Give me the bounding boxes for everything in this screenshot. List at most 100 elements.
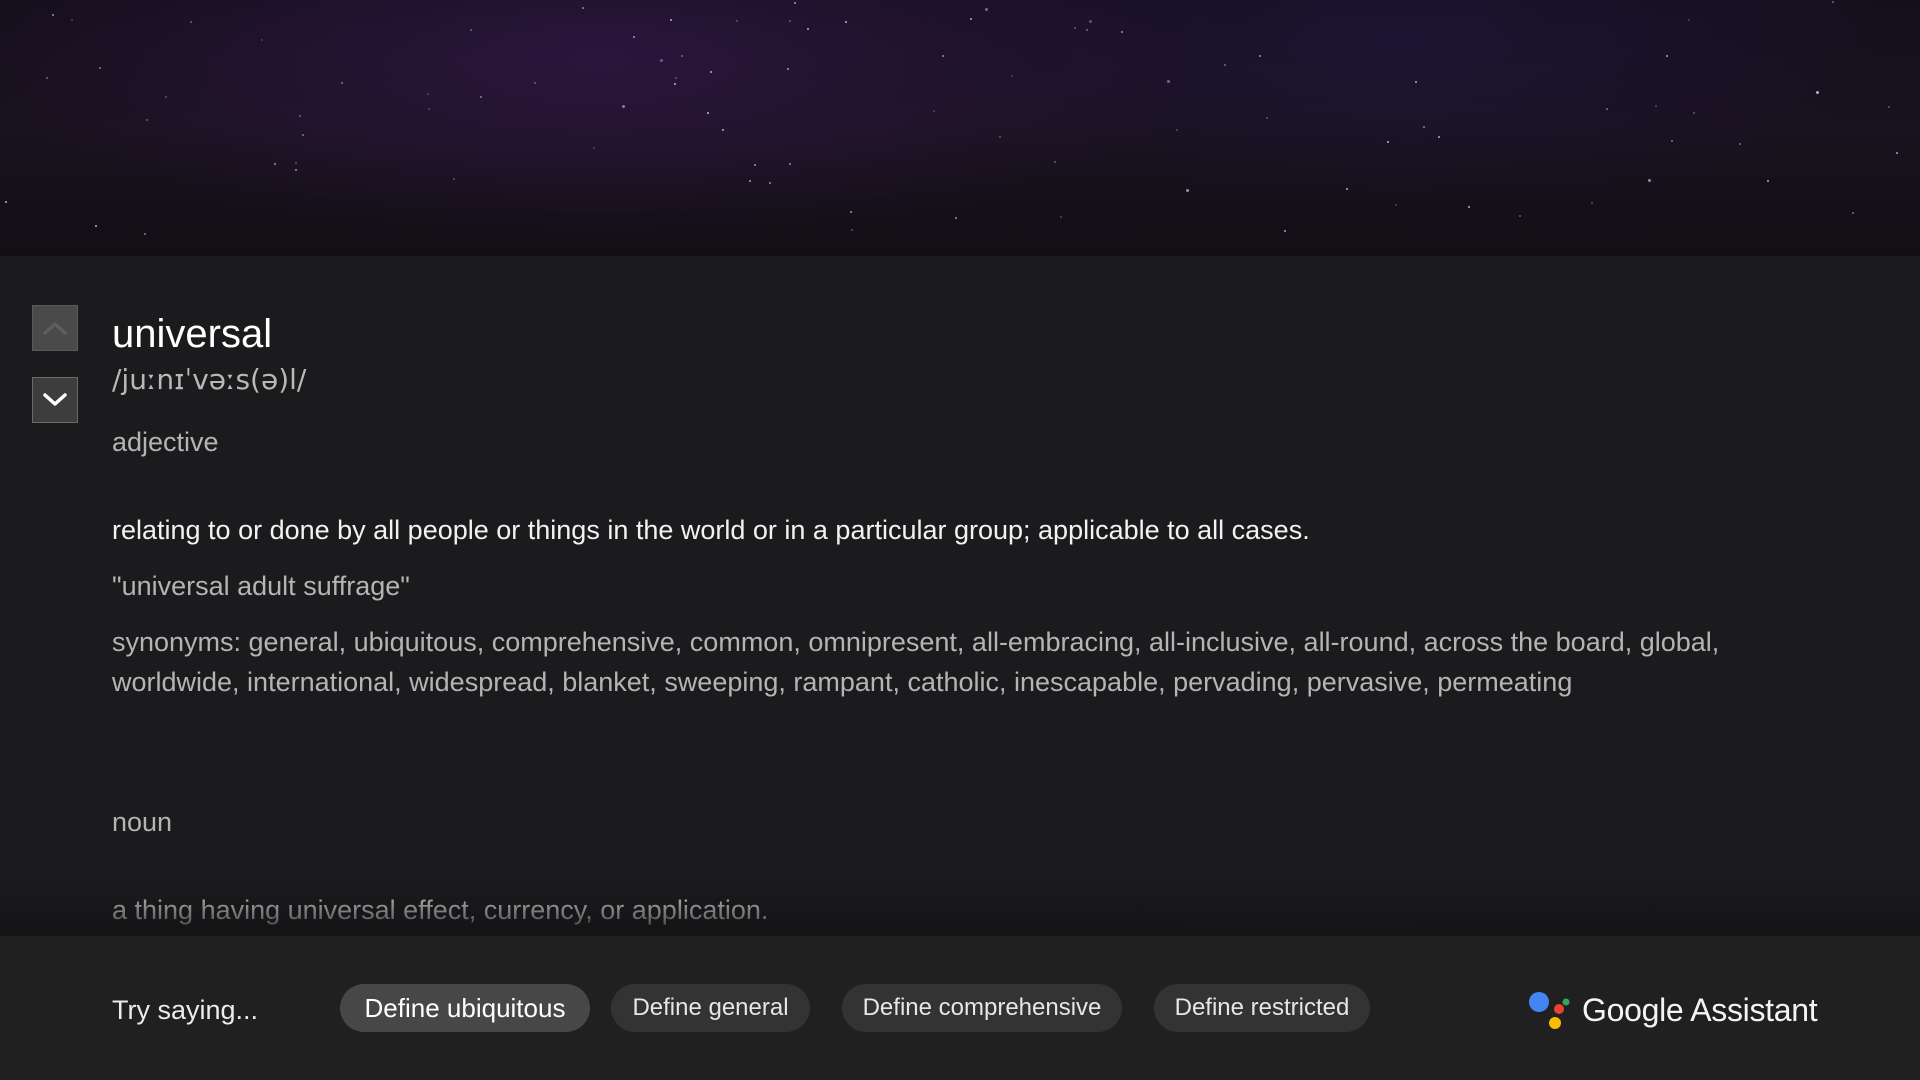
star-dot	[1739, 143, 1741, 145]
star-dot	[1832, 1, 1834, 3]
star-dot	[46, 77, 48, 79]
star-dot	[1423, 126, 1425, 128]
star-dot	[593, 147, 595, 149]
star-dot	[1468, 206, 1470, 208]
chevron-down-icon	[43, 393, 67, 406]
star-dot	[1395, 204, 1397, 206]
star-dot	[1816, 91, 1819, 94]
star-dot	[274, 163, 276, 165]
star-dot	[1896, 152, 1898, 154]
star-dot	[670, 19, 672, 21]
star-dot	[534, 82, 536, 84]
star-dot	[933, 110, 935, 112]
dictionary-entry: universal /juːnɪˈvəːs(ə)l/ adjective rel…	[112, 300, 1812, 928]
suggestion-chip-define-restricted[interactable]: Define restricted	[1154, 984, 1370, 1032]
star-dot	[1888, 106, 1890, 108]
suggestion-chip-define-comprehensive[interactable]: Define comprehensive	[842, 984, 1122, 1032]
star-dot	[1415, 81, 1417, 83]
assistant-screen: universal /juːnɪˈvəːs(ə)l/ adjective rel…	[0, 0, 1920, 1080]
adjective-definition: relating to or done by all people or thi…	[112, 515, 1310, 545]
entry-word: universal	[112, 312, 273, 356]
star-dot	[1852, 212, 1854, 214]
try-saying-label: Try saying...	[112, 995, 259, 1025]
star-dot	[427, 93, 429, 95]
star-dot	[1346, 188, 1348, 190]
star-dot	[1121, 31, 1123, 33]
star-dot	[707, 112, 709, 114]
star-dot	[807, 28, 809, 30]
star-dot	[999, 136, 1001, 138]
star-dot	[1693, 112, 1695, 114]
star-dot	[1606, 108, 1608, 110]
suggestions-bar: Try saying... Define ubiquitous Define g…	[0, 936, 1920, 1080]
star-dot	[660, 59, 663, 62]
star-dot	[1666, 55, 1668, 57]
star-dot	[1224, 64, 1226, 66]
part-of-speech-noun: noun	[112, 807, 173, 837]
star-dot	[5, 201, 7, 203]
star-dot	[754, 164, 756, 166]
star-dot	[850, 211, 852, 213]
star-dot	[710, 71, 712, 73]
star-dot	[144, 233, 146, 235]
star-dot	[1655, 105, 1657, 107]
star-dot	[1176, 129, 1178, 131]
star-dot	[582, 7, 584, 9]
chevron-up-icon	[43, 322, 67, 335]
star-dot	[851, 229, 853, 231]
star-dot	[1438, 136, 1440, 138]
star-dot	[99, 67, 101, 69]
star-dot	[1089, 20, 1092, 23]
scroll-down-button[interactable]	[32, 377, 78, 423]
star-dot	[1648, 179, 1651, 182]
star-dot	[942, 55, 944, 57]
adjective-example: "universal adult suffrage"	[112, 571, 410, 601]
star-dot	[295, 169, 297, 171]
star-dot	[261, 39, 263, 41]
star-dot	[970, 18, 972, 20]
star-dot	[299, 115, 301, 117]
scroll-up-button[interactable]	[32, 305, 78, 351]
star-dot	[1259, 55, 1261, 57]
star-dot	[674, 83, 676, 85]
star-dot	[736, 20, 738, 22]
star-dot	[633, 36, 635, 38]
part-of-speech-adjective: adjective	[112, 427, 219, 457]
star-dot	[769, 182, 771, 184]
stars-layer	[0, 0, 1920, 260]
adjective-synonyms: synonyms: general, ubiquitous, comprehen…	[112, 627, 1720, 697]
star-dot	[480, 96, 482, 98]
google-assistant-dots-icon	[1529, 992, 1570, 1029]
star-dot	[681, 55, 683, 57]
star-dot	[52, 14, 54, 16]
star-dot	[722, 129, 724, 131]
star-dot	[453, 178, 455, 180]
star-dot	[1186, 189, 1189, 192]
star-dot	[789, 20, 791, 22]
star-dot	[146, 119, 148, 121]
star-dot	[470, 29, 472, 31]
suggestion-chip-define-general[interactable]: Define general	[611, 984, 810, 1032]
star-dot	[71, 19, 73, 21]
star-dot	[190, 21, 192, 23]
star-dot	[1074, 27, 1076, 29]
star-dot	[794, 2, 796, 4]
entry-phonetic: /juːnɪˈvəːs(ə)l/	[112, 363, 307, 396]
star-dot	[1688, 19, 1690, 21]
star-dot	[1387, 141, 1389, 143]
star-dot	[1011, 75, 1013, 77]
star-dot	[787, 68, 789, 70]
star-dot	[165, 96, 167, 98]
star-dot	[1767, 180, 1769, 182]
star-dot	[341, 82, 343, 84]
star-dot	[845, 21, 847, 23]
star-dot	[749, 180, 751, 182]
star-dot	[675, 77, 677, 79]
star-dot	[1086, 29, 1088, 31]
star-dot	[1591, 202, 1593, 204]
suggestion-chip-define-ubiquitous[interactable]: Define ubiquitous	[340, 984, 590, 1032]
star-dot	[95, 225, 97, 227]
star-dot	[295, 162, 297, 164]
star-dot	[789, 163, 791, 165]
star-dot	[1671, 140, 1673, 142]
